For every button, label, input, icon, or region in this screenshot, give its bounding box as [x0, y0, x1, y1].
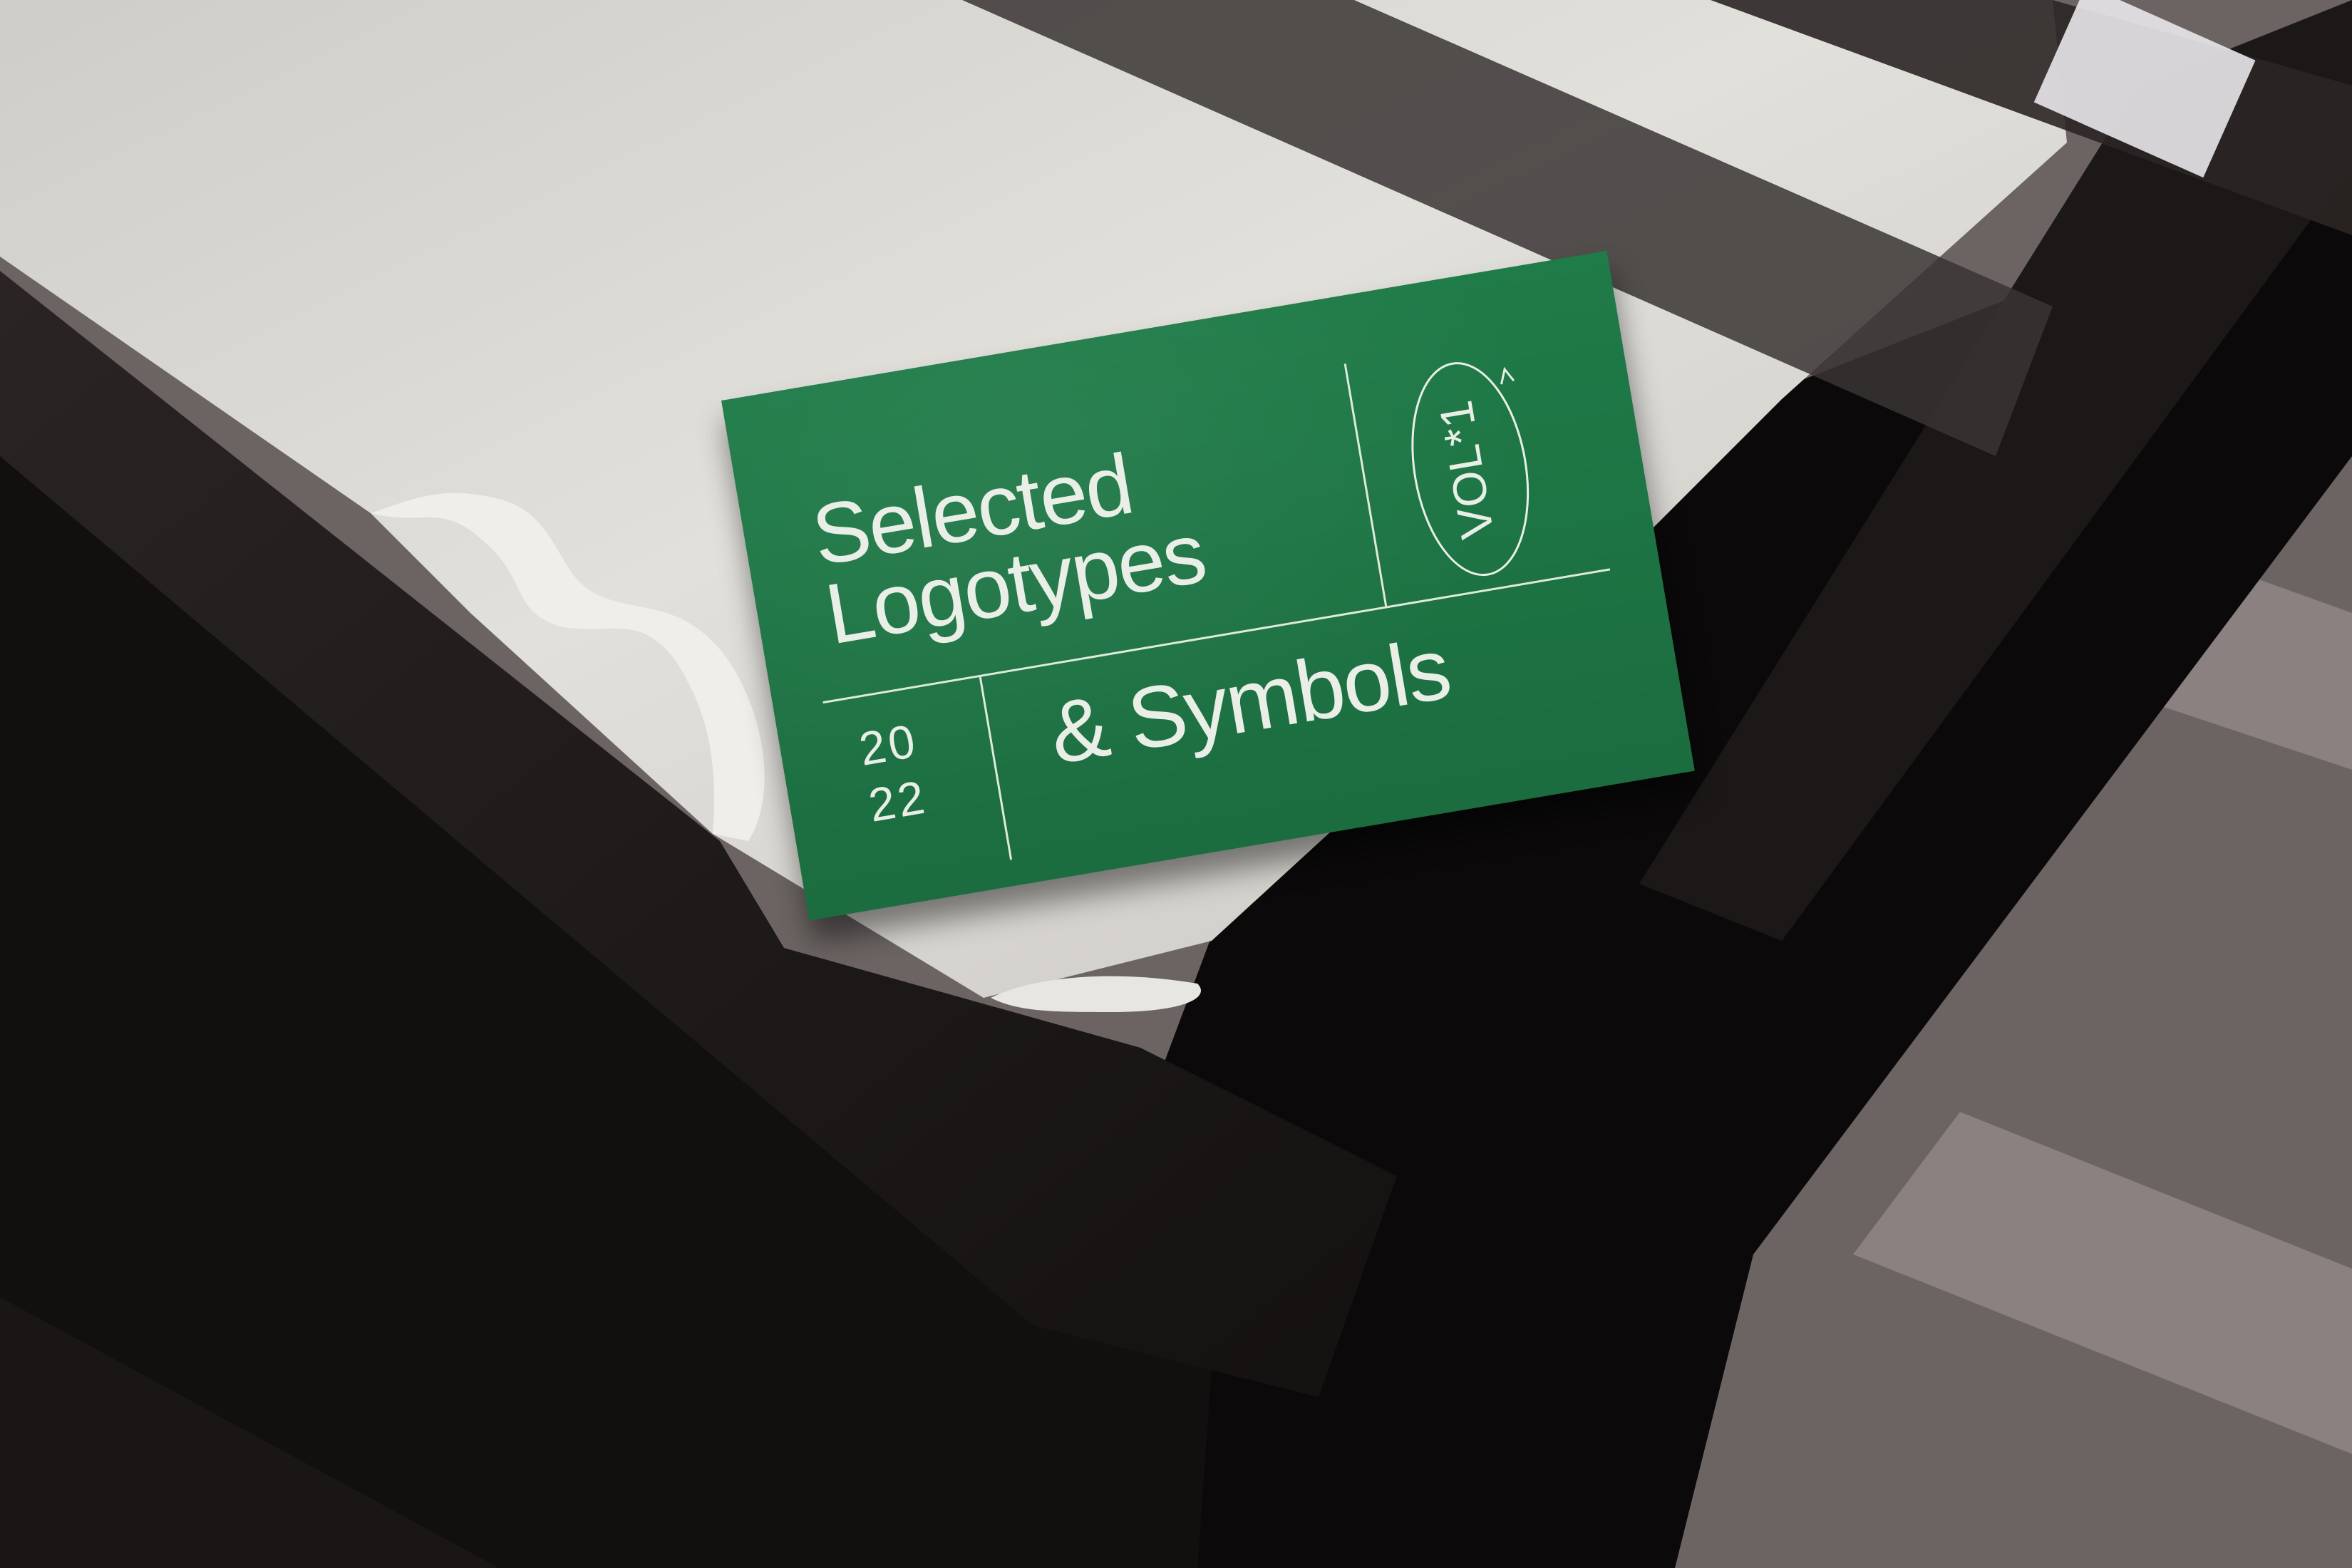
card-year-bottom: 22: [865, 770, 932, 832]
card-year-top: 20: [855, 713, 922, 775]
arrow-icon: [1500, 366, 1515, 385]
card-volume: VOL*1: [1429, 397, 1504, 542]
